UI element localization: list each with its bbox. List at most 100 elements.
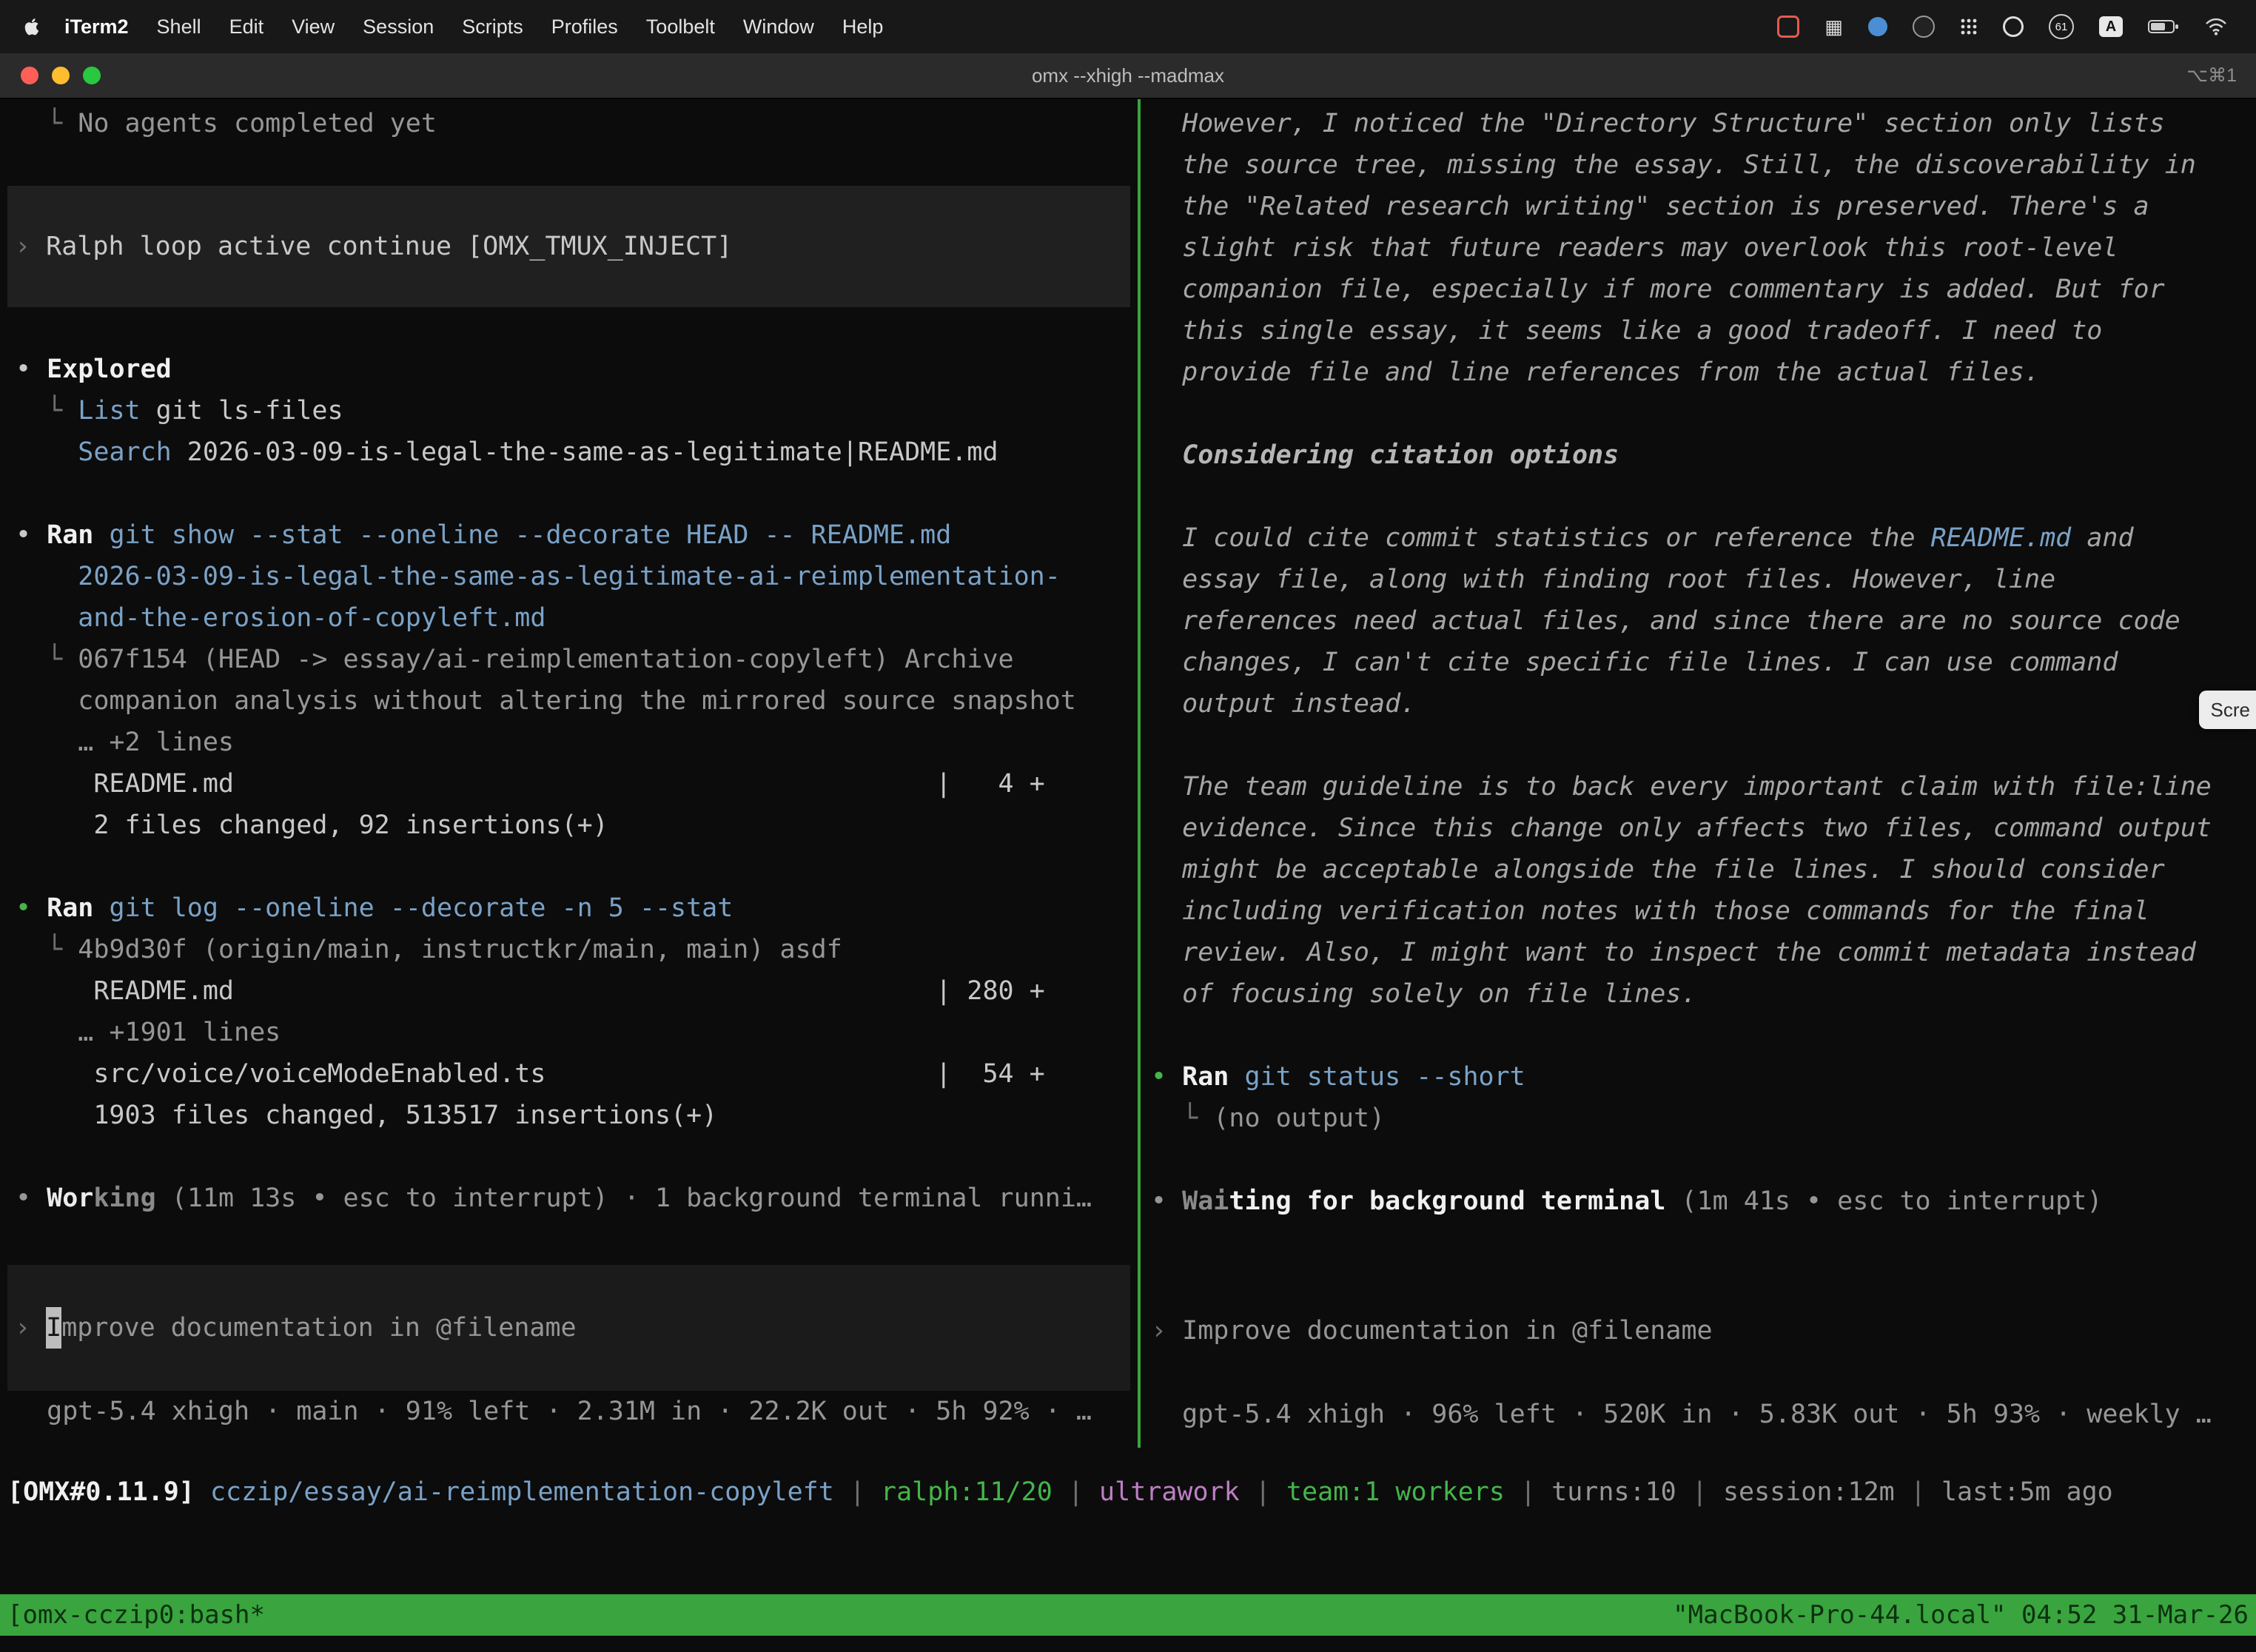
prompt-input[interactable]: › Improve documentation in @filename bbox=[7, 1265, 1130, 1391]
menu-item-shell[interactable]: Shell bbox=[143, 16, 215, 38]
text-segment bbox=[16, 603, 78, 633]
recording-indicator-icon[interactable] bbox=[1777, 16, 1799, 38]
text-segment: • bbox=[16, 355, 47, 384]
menu-item-session[interactable]: Session bbox=[349, 16, 448, 38]
text-segment: 2026-03-09-is-legal-the-same-as-legitima… bbox=[172, 437, 998, 467]
battery-icon[interactable] bbox=[2148, 19, 2179, 35]
terminal-line: • Ran git show --stat --oneline --decora… bbox=[0, 514, 1138, 556]
terminal-line: I could cite commit statistics or refere… bbox=[1141, 517, 2256, 559]
waiting-status-line: • Waiting for background terminal (1m 41… bbox=[1141, 1181, 2256, 1222]
text-segment: 4b9d30f (origin/main, instructkr/main, m… bbox=[78, 935, 842, 964]
menu-item-scripts[interactable]: Scripts bbox=[448, 16, 537, 38]
text-segment bbox=[1229, 1062, 1244, 1092]
keyboard-grid-icon[interactable]: ▦ bbox=[1824, 17, 1843, 36]
terminal-line: provide file and line references from th… bbox=[1141, 352, 2256, 393]
terminal-line: … +2 lines bbox=[0, 722, 1138, 763]
text-segment: | bbox=[1240, 1477, 1286, 1507]
text-segment: provide file and line references from th… bbox=[1151, 357, 2040, 387]
terminal-line: src/voice/voiceModeEnabled.ts | 54 + bbox=[0, 1053, 1138, 1095]
ring-app-icon[interactable] bbox=[2003, 16, 2024, 37]
text-segment: output instead. bbox=[1151, 689, 1416, 719]
blank-line bbox=[1141, 476, 2256, 517]
text-segment: • bbox=[16, 893, 47, 923]
apple-menu-icon[interactable] bbox=[22, 16, 43, 37]
text-segment: Wai bbox=[1182, 1186, 1229, 1216]
terminal-line: the source tree, missing the essay. Stil… bbox=[1141, 144, 2256, 186]
gauge-icon[interactable]: 61 bbox=[2049, 14, 2074, 39]
terminal-line: slight risk that future readers may over… bbox=[1141, 227, 2256, 269]
text-segment: companion file, especially if more comme… bbox=[1151, 275, 2165, 304]
blue-app-icon[interactable] bbox=[1868, 17, 1887, 36]
text-segment: › bbox=[1151, 1310, 1182, 1352]
menu-item-profiles[interactable]: Profiles bbox=[537, 16, 632, 38]
terminal-line: essay file, along with finding root file… bbox=[1141, 559, 2256, 600]
zoom-button[interactable] bbox=[83, 67, 101, 84]
text-segment: README.md | 280 + bbox=[16, 976, 1045, 1006]
working-status-line: • Working (11m 13s • esc to interrupt) ·… bbox=[0, 1178, 1138, 1219]
terminal-line: However, I noticed the "Directory Struct… bbox=[1141, 103, 2256, 144]
text-segment: essay file, along with finding root file… bbox=[1151, 565, 2055, 594]
text-segment: ting for background terminal bbox=[1229, 1186, 1665, 1216]
text-segment: 2 files changed, 92 insertions(+) bbox=[16, 810, 608, 840]
prompt-input[interactable]: › Improve documentation in @filename bbox=[1141, 1268, 2256, 1394]
text-segment: git show --stat --oneline --decorate HEA… bbox=[109, 520, 951, 550]
terminal-line: output instead. bbox=[1141, 683, 2256, 725]
dark-circle-icon[interactable] bbox=[1913, 16, 1935, 38]
text-segment: The team guideline is to back every impo… bbox=[1151, 772, 2212, 802]
text-segment: … +1901 lines bbox=[16, 1018, 281, 1047]
text-segment: review. Also, I might want to inspect th… bbox=[1151, 938, 2196, 967]
text-segment bbox=[16, 562, 78, 591]
text-segment: • bbox=[16, 520, 47, 550]
terminal-line: evidence. Since this change only affects… bbox=[1141, 807, 2256, 849]
menu-item-window[interactable]: Window bbox=[729, 16, 828, 38]
blank-line bbox=[1141, 393, 2256, 434]
blank-line bbox=[0, 473, 1138, 514]
wifi-icon[interactable] bbox=[2204, 17, 2228, 36]
menu-item-help[interactable]: Help bbox=[828, 16, 898, 38]
left-pane[interactable]: └ No agents completed yet› Ralph loop ac… bbox=[0, 99, 1138, 1448]
menu-item-view[interactable]: View bbox=[278, 16, 349, 38]
text-segment: Ran bbox=[47, 520, 93, 550]
text-segment: • bbox=[1151, 1186, 1182, 1216]
terminal-line: companion file, especially if more comme… bbox=[1141, 269, 2256, 310]
terminal-line: 2 files changed, 92 insertions(+) bbox=[0, 805, 1138, 846]
terminal-line: references need actual files, and since … bbox=[1141, 600, 2256, 642]
input-source-icon[interactable]: A bbox=[2099, 16, 2123, 37]
menu-item-edit[interactable]: Edit bbox=[215, 16, 278, 38]
terminal-line: and-the-erosion-of-copyleft.md bbox=[0, 597, 1138, 639]
text-segment: | bbox=[1053, 1477, 1099, 1507]
right-pane[interactable]: However, I noticed the "Directory Struct… bbox=[1141, 99, 2256, 1448]
text-segment: Ran bbox=[47, 893, 93, 923]
terminal-line: 1903 files changed, 513517 insertions(+) bbox=[0, 1095, 1138, 1136]
text-segment: slight risk that future readers may over… bbox=[1151, 233, 2118, 263]
traffic-lights bbox=[21, 67, 101, 84]
text-segment: 1903 files changed, 513517 insertions(+) bbox=[16, 1101, 717, 1130]
text-segment: | bbox=[1895, 1477, 1941, 1507]
close-button[interactable] bbox=[21, 67, 38, 84]
text-segment: › bbox=[15, 226, 46, 267]
terminal-line: 2026-03-09-is-legal-the-same-as-legitima… bbox=[0, 556, 1138, 597]
session-status-line: gpt-5.4 xhigh · main · 91% left · 2.31M … bbox=[0, 1391, 1138, 1432]
text-segment: 2026-03-09-is-legal-the-same-as-legitima… bbox=[78, 562, 1061, 591]
text-segment: (11m 13s • esc to interrupt) · 1 backgro… bbox=[156, 1183, 1092, 1213]
text-segment: evidence. Since this change only affects… bbox=[1151, 813, 2212, 843]
minimize-button[interactable] bbox=[52, 67, 70, 84]
text-segment: README.md | 4 + bbox=[16, 769, 1045, 799]
menu-item-toolbelt[interactable]: Toolbelt bbox=[632, 16, 729, 38]
window-title-bar[interactable]: omx --xhigh --madmax ⌥⌘1 bbox=[0, 53, 2256, 99]
text-segment: Search bbox=[78, 437, 171, 467]
dots-grid-icon[interactable] bbox=[1960, 18, 1978, 36]
text-segment: Ralph loop active continue [OMX_TMUX_INJ… bbox=[46, 226, 732, 267]
window-shortcut-label: ⌥⌘1 bbox=[2186, 64, 2237, 87]
text-segment: └ bbox=[1151, 1104, 1213, 1133]
session-status-line: gpt-5.4 xhigh · 96% left · 520K in · 5.8… bbox=[1141, 1394, 2256, 1435]
terminal-line: the "Related research writing" section i… bbox=[1141, 186, 2256, 227]
menu-item-iterm2[interactable]: iTerm2 bbox=[50, 16, 143, 38]
text-segment: and-the-erosion-of-copyleft.md bbox=[78, 603, 545, 633]
text-segment: gpt-5.4 xhigh · 96% left · 520K in · 5.8… bbox=[1151, 1400, 2212, 1429]
terminal-line: • Explored bbox=[0, 349, 1138, 390]
text-segment: I bbox=[46, 1307, 61, 1349]
text-segment: | bbox=[834, 1477, 881, 1507]
screen-share-tooltip[interactable]: Scre bbox=[2199, 691, 2256, 729]
terminal-line: this single essay, it seems like a good … bbox=[1141, 310, 2256, 352]
